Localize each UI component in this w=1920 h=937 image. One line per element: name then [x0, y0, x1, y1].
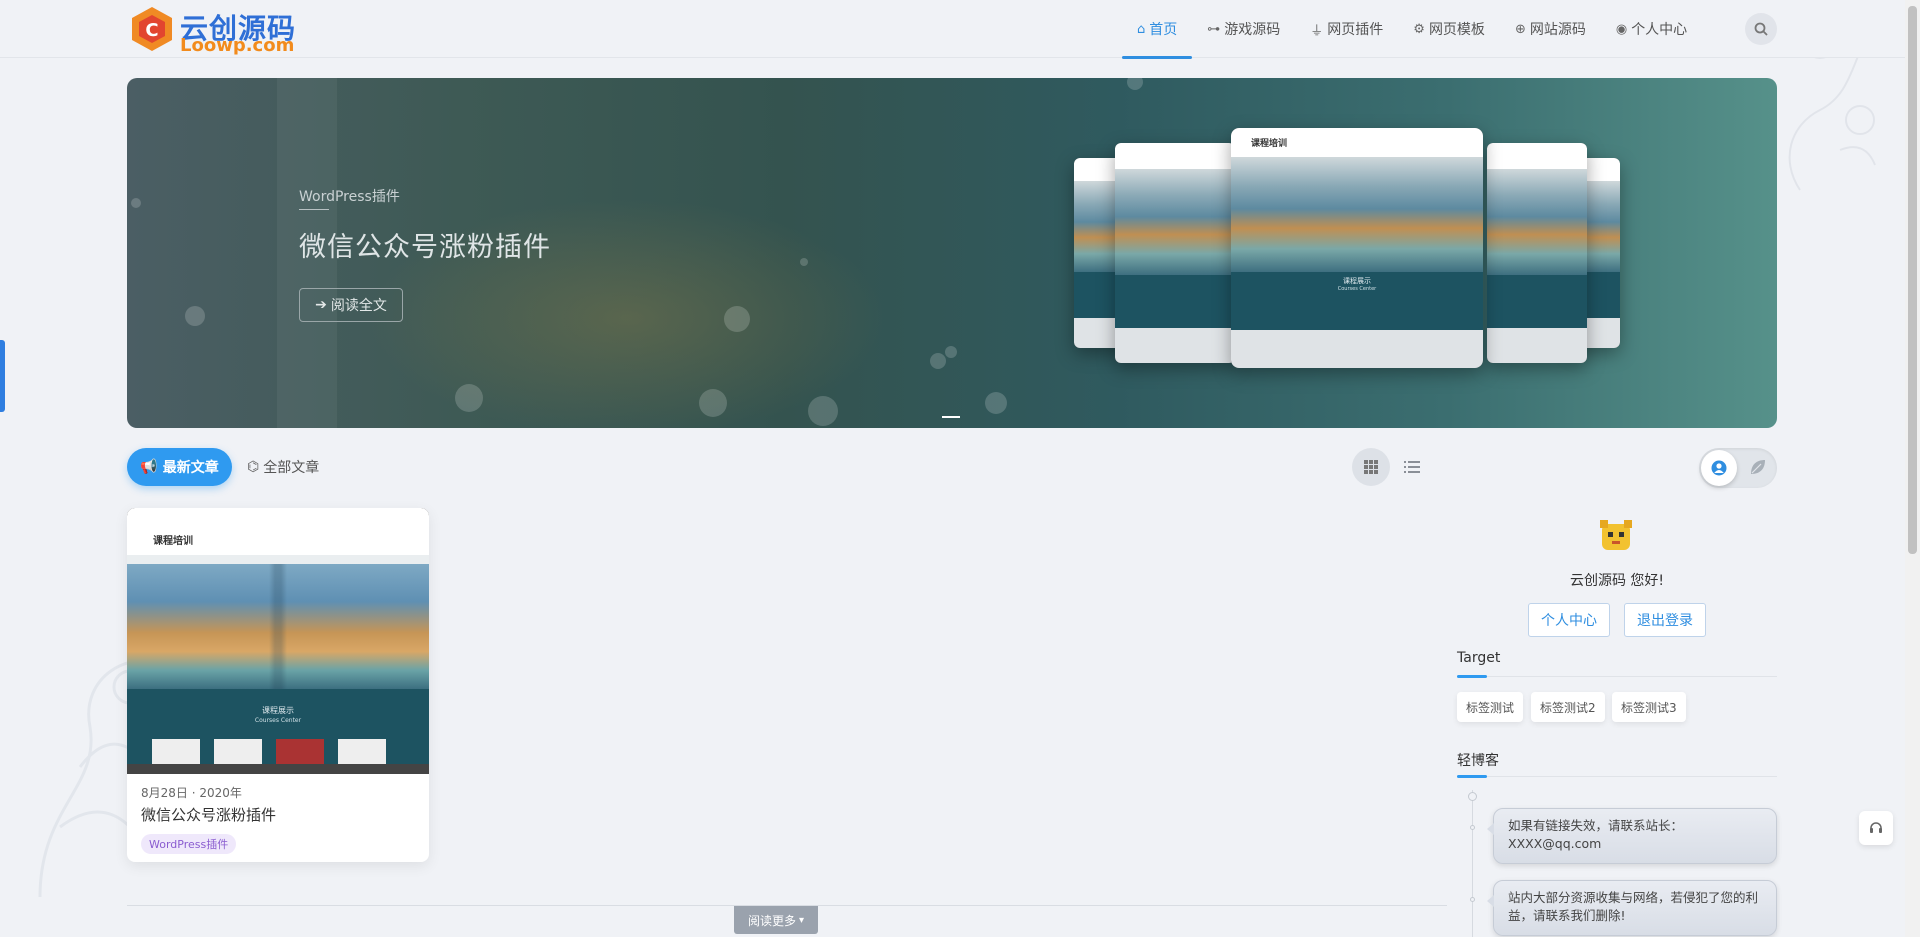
- site-logo[interactable]: C 云创源码 Loowp.com: [128, 5, 298, 56]
- customer-service-button[interactable]: [1859, 811, 1893, 845]
- widget-divider: [1457, 775, 1777, 778]
- read-more-button[interactable]: 阅读更多 ▾: [734, 906, 818, 934]
- svg-text:C: C: [145, 20, 158, 41]
- mockup-image: [1487, 143, 1587, 363]
- mockup-band-subtitle: Courses Center: [1337, 285, 1377, 292]
- globe-icon: ⊕: [1514, 21, 1526, 37]
- post-category-tag[interactable]: WordPress插件: [141, 834, 237, 854]
- post-date: 8月28日 · 2020年: [141, 786, 242, 800]
- mockup-logo-text: 课程培训: [1251, 139, 1288, 149]
- hero-category[interactable]: WordPress插件: [299, 186, 400, 206]
- bubble-decoration: [699, 389, 727, 417]
- grid-icon: [1364, 460, 1378, 474]
- theme-toggle[interactable]: [1699, 448, 1777, 488]
- bubble-decoration: [945, 346, 957, 358]
- post-thumbnail[interactable]: 课程培训 课程展示 Courses Center: [127, 508, 429, 774]
- post-title[interactable]: 微信公众号涨粉插件: [141, 804, 276, 825]
- tag-chip[interactable]: 标签测试3: [1612, 692, 1686, 722]
- mockup-image-main: 课程培训 课程展示 Courses Center: [1231, 128, 1483, 368]
- user-circle-icon: ◉: [1615, 21, 1628, 37]
- timeline-dot: [1468, 792, 1477, 801]
- timeline-dot: [1470, 897, 1475, 902]
- gamepad-icon: ⊶: [1207, 21, 1221, 37]
- main-nav: ⌂ 首页 ⊶ 游戏源码 ⏚ 网页插件 ⚙ 网页模板 ⊕ 网站源码 ◉ 个人中心: [1122, 0, 1702, 59]
- tag-chip[interactable]: 标签测试: [1457, 692, 1524, 722]
- nav-web-plugins[interactable]: ⏚ 网页插件: [1295, 0, 1398, 58]
- grid-view-button[interactable]: [1352, 448, 1390, 486]
- scrollbar-thumb[interactable]: [1908, 6, 1917, 554]
- logo-mark-icon: C: [132, 7, 172, 51]
- tab-latest-posts[interactable]: 📢 最新文章: [127, 448, 232, 486]
- tab-all-posts[interactable]: ⌬ 全部文章: [247, 448, 319, 486]
- microblog-item[interactable]: 站内大部分资源收集与网络，若侵犯了您的利益，请联系我们删除!: [1487, 880, 1777, 936]
- post-card[interactable]: 课程培训 课程展示 Courses Center 8月28日 · 2020年 微…: [127, 508, 429, 862]
- bubble-decoration: [185, 306, 205, 326]
- mockup-band-title: 课程展示: [1343, 276, 1371, 285]
- nav-web-templates[interactable]: ⚙ 网页模板: [1398, 0, 1500, 58]
- page-scrollbar[interactable]: [1905, 0, 1920, 937]
- logo-domain: Loowp.com: [180, 35, 295, 56]
- list-icon: [1404, 461, 1420, 473]
- microblog-timeline: [1472, 790, 1473, 937]
- megaphone-icon: 📢: [140, 459, 158, 475]
- user-circle-icon: [1711, 460, 1727, 476]
- headset-icon: [1870, 822, 1882, 833]
- bubble-decoration: [808, 396, 838, 426]
- logout-button[interactable]: 退出登录: [1624, 603, 1706, 637]
- thumbnail-band-subtitle: Courses Center: [254, 717, 302, 724]
- user-center-button[interactable]: 个人中心: [1528, 603, 1610, 637]
- bubble-decoration: [985, 392, 1007, 414]
- search-button[interactable]: [1745, 13, 1777, 45]
- nav-game-source[interactable]: ⊶ 游戏源码: [1192, 0, 1295, 58]
- search-icon: [1754, 22, 1768, 36]
- nav-site-source[interactable]: ⊕ 网站源码: [1500, 0, 1601, 58]
- widget-divider: [1457, 675, 1777, 678]
- cogs-icon: ⚙: [1413, 21, 1425, 37]
- bubble-decoration: [724, 306, 750, 332]
- mockup-image: [1115, 143, 1235, 363]
- bubble-decoration: [800, 258, 808, 266]
- home-icon: ⌂: [1137, 21, 1146, 37]
- tag-chip[interactable]: 标签测试2: [1531, 692, 1605, 722]
- tags-widget-title: Target: [1457, 650, 1501, 666]
- slider-pagination-dot[interactable]: [942, 416, 960, 418]
- list-view-button[interactable]: [1396, 448, 1428, 486]
- binoculars-icon: ⌬: [247, 459, 260, 475]
- leaf-icon: [1751, 460, 1765, 474]
- user-avatar[interactable]: [1598, 518, 1634, 554]
- thumbnail-logo-text: 课程培训: [153, 536, 193, 547]
- hero-divider: [299, 209, 329, 210]
- bubble-decoration: [455, 384, 483, 412]
- plug-icon: ⏚: [1310, 23, 1324, 39]
- side-panel-tab[interactable]: [0, 340, 5, 412]
- hero-slider[interactable]: WordPress插件 微信公众号涨粉插件 ➔ 阅读全文 课程培训 课程展示 C…: [127, 78, 1777, 428]
- bubble-decoration: [131, 198, 141, 208]
- user-greeting: 云创源码 您好!: [1569, 573, 1665, 589]
- bubble-decoration: [1127, 78, 1143, 90]
- arrow-right-icon: ➔: [315, 297, 327, 313]
- thumbnail-band-title: 课程展示: [262, 706, 294, 715]
- read-full-button[interactable]: ➔ 阅读全文: [299, 288, 403, 322]
- bubble-decoration: [930, 353, 946, 369]
- microblog-item[interactable]: 如果有链接失效，请联系站长：XXXX@qq.com: [1487, 808, 1777, 864]
- nav-home[interactable]: ⌂ 首页: [1122, 0, 1193, 59]
- hero-title[interactable]: 微信公众号涨粉插件: [299, 225, 551, 264]
- nav-user-center[interactable]: ◉ 个人中心: [1601, 0, 1702, 58]
- timeline-dot: [1470, 825, 1475, 830]
- microblog-widget-title: 轻博客: [1457, 753, 1499, 769]
- chevron-down-icon: ▾: [798, 914, 805, 926]
- site-header: C 云创源码 Loowp.com ⌂ 首页 ⊶ 游戏源码 ⏚ 网页插件 ⚙ 网页模板 ⊕…: [0, 0, 1905, 59]
- toggle-knob: [1701, 450, 1737, 486]
